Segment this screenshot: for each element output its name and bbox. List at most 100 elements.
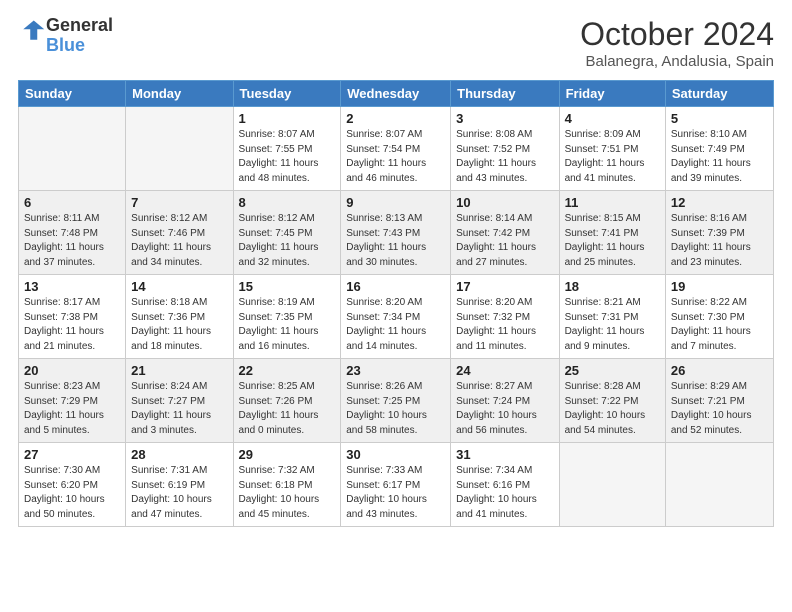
day-info: Sunrise: 8:14 AM Sunset: 7:42 PM Dayligh… bbox=[456, 212, 553, 270]
col-friday: Friday bbox=[559, 81, 665, 107]
header: General Blue October 2024 Balanegra, And… bbox=[18, 16, 774, 70]
day-info: Sunrise: 8:12 AM Sunset: 7:46 PM Dayligh… bbox=[131, 212, 227, 270]
logo-blue: Blue bbox=[46, 36, 113, 56]
col-tuesday: Tuesday bbox=[233, 81, 341, 107]
month-title: October 2024 bbox=[580, 16, 774, 53]
day-info: Sunrise: 8:28 AM Sunset: 7:22 PM Dayligh… bbox=[565, 380, 660, 438]
day-number: 14 bbox=[131, 279, 227, 294]
table-row: 30 Sunrise: 7:33 AM Sunset: 6:17 PM Dayli… bbox=[341, 443, 451, 527]
day-number: 12 bbox=[671, 195, 768, 210]
day-number: 20 bbox=[24, 363, 120, 378]
day-number: 24 bbox=[456, 363, 553, 378]
table-row: 28Sunrise: 7:31 AM Sunset: 6:19 PM Dayli… bbox=[126, 443, 233, 527]
title-block: October 2024 Balanegra, Andalusia, Spain bbox=[580, 16, 774, 70]
day-number: 13 bbox=[24, 279, 120, 294]
day-info: Sunrise: 7:34 AM Sunset: 6:16 PM Dayligh… bbox=[456, 464, 553, 522]
day-number: 5 bbox=[671, 111, 768, 126]
col-saturday: Saturday bbox=[665, 81, 773, 107]
table-row: 21 Sunrise: 8:24 AM Sunset: 7:27 PM Dayli… bbox=[126, 359, 233, 443]
day-info: Sunrise: 8:13 AM Sunset: 7:43 PM Dayligh… bbox=[346, 212, 445, 270]
table-row bbox=[126, 107, 233, 191]
table-row bbox=[559, 443, 665, 527]
day-number: 10 bbox=[456, 195, 553, 210]
table-row: 18 Sunrise: 8:21 AM Sunset: 7:31 PM Dayli… bbox=[559, 275, 665, 359]
table-row: 17 Sunrise: 8:20 AM Sunset: 7:32 PM Dayli… bbox=[451, 275, 559, 359]
table-row bbox=[665, 443, 773, 527]
calendar-week-row: 27Sunrise: 7:30 AM Sunset: 6:20 PM Dayli… bbox=[19, 443, 774, 527]
table-row: 20 Sunrise: 8:23 AM Sunset: 7:29 PM Dayli… bbox=[19, 359, 126, 443]
table-row: 8 Sunrise: 8:12 AM Sunset: 7:45 PM Daylig… bbox=[233, 191, 341, 275]
day-info: Sunrise: 8:29 AM Sunset: 7:21 PM Dayligh… bbox=[671, 380, 768, 438]
day-number: 26 bbox=[671, 363, 768, 378]
day-info: Sunrise: 8:09 AM Sunset: 7:51 PM Dayligh… bbox=[565, 128, 660, 186]
col-thursday: Thursday bbox=[451, 81, 559, 107]
day-number: 16 bbox=[346, 279, 445, 294]
day-number: 1 bbox=[239, 111, 336, 126]
location-subtitle: Balanegra, Andalusia, Spain bbox=[580, 53, 774, 70]
day-info: Sunrise: 8:23 AM Sunset: 7:29 PM Dayligh… bbox=[24, 380, 120, 438]
day-number: 11 bbox=[565, 195, 660, 210]
day-number: 18 bbox=[565, 279, 660, 294]
day-number: 27 bbox=[24, 447, 120, 462]
calendar-header-row: Sunday Monday Tuesday Wednesday Thursday… bbox=[19, 81, 774, 107]
table-row: 22Sunrise: 8:25 AM Sunset: 7:26 PM Dayli… bbox=[233, 359, 341, 443]
logo-general: General bbox=[46, 16, 113, 36]
day-info: Sunrise: 8:27 AM Sunset: 7:24 PM Dayligh… bbox=[456, 380, 553, 438]
day-number: 31 bbox=[456, 447, 553, 462]
page: General Blue October 2024 Balanegra, And… bbox=[0, 0, 792, 612]
table-row: 24 Sunrise: 8:27 AM Sunset: 7:24 PM Dayli… bbox=[451, 359, 559, 443]
day-number: 3 bbox=[456, 111, 553, 126]
table-row: 11 Sunrise: 8:15 AM Sunset: 7:41 PM Dayli… bbox=[559, 191, 665, 275]
day-info: Sunrise: 8:20 AM Sunset: 7:34 PM Dayligh… bbox=[346, 296, 445, 354]
table-row bbox=[19, 107, 126, 191]
day-number: 28 bbox=[131, 447, 227, 462]
table-row: 2Sunrise: 8:07 AM Sunset: 7:54 PM Daylig… bbox=[341, 107, 451, 191]
day-number: 21 bbox=[131, 363, 227, 378]
table-row: 10 Sunrise: 8:14 AM Sunset: 7:42 PM Dayli… bbox=[451, 191, 559, 275]
logo-icon bbox=[18, 17, 46, 45]
day-number: 17 bbox=[456, 279, 553, 294]
calendar-week-row: 1 Sunrise: 8:07 AM Sunset: 7:55 PM Daylig… bbox=[19, 107, 774, 191]
calendar-table: Sunday Monday Tuesday Wednesday Thursday… bbox=[18, 80, 774, 527]
table-row: 12 Sunrise: 8:16 AM Sunset: 7:39 PM Dayli… bbox=[665, 191, 773, 275]
day-number: 9 bbox=[346, 195, 445, 210]
table-row: 9 Sunrise: 8:13 AM Sunset: 7:43 PM Daylig… bbox=[341, 191, 451, 275]
table-row: 31 Sunrise: 7:34 AM Sunset: 6:16 PM Dayli… bbox=[451, 443, 559, 527]
day-info: Sunrise: 8:26 AM Sunset: 7:25 PM Dayligh… bbox=[346, 380, 445, 438]
table-row: 4Sunrise: 8:09 AM Sunset: 7:51 PM Daylig… bbox=[559, 107, 665, 191]
day-info: Sunrise: 8:16 AM Sunset: 7:39 PM Dayligh… bbox=[671, 212, 768, 270]
day-number: 7 bbox=[131, 195, 227, 210]
table-row: 7 Sunrise: 8:12 AM Sunset: 7:46 PM Daylig… bbox=[126, 191, 233, 275]
day-info: Sunrise: 8:24 AM Sunset: 7:27 PM Dayligh… bbox=[131, 380, 227, 438]
day-info: Sunrise: 8:25 AM Sunset: 7:26 PM Dayligh… bbox=[239, 380, 336, 438]
day-info: Sunrise: 8:11 AM Sunset: 7:48 PM Dayligh… bbox=[24, 212, 120, 270]
col-wednesday: Wednesday bbox=[341, 81, 451, 107]
day-info: Sunrise: 8:10 AM Sunset: 7:49 PM Dayligh… bbox=[671, 128, 768, 186]
logo-text: General Blue bbox=[46, 16, 113, 56]
calendar-week-row: 20 Sunrise: 8:23 AM Sunset: 7:29 PM Dayli… bbox=[19, 359, 774, 443]
day-info: Sunrise: 8:15 AM Sunset: 7:41 PM Dayligh… bbox=[565, 212, 660, 270]
day-info: Sunrise: 8:22 AM Sunset: 7:30 PM Dayligh… bbox=[671, 296, 768, 354]
table-row: 29Sunrise: 7:32 AM Sunset: 6:18 PM Dayli… bbox=[233, 443, 341, 527]
day-info: Sunrise: 7:32 AM Sunset: 6:18 PM Dayligh… bbox=[239, 464, 336, 522]
table-row: 6Sunrise: 8:11 AM Sunset: 7:48 PM Daylig… bbox=[19, 191, 126, 275]
day-info: Sunrise: 8:07 AM Sunset: 7:54 PM Dayligh… bbox=[346, 128, 445, 186]
day-info: Sunrise: 8:07 AM Sunset: 7:55 PM Dayligh… bbox=[239, 128, 336, 186]
logo: General Blue bbox=[18, 16, 113, 56]
day-info: Sunrise: 7:33 AM Sunset: 6:17 PM Dayligh… bbox=[346, 464, 445, 522]
day-number: 8 bbox=[239, 195, 336, 210]
table-row: 5 Sunrise: 8:10 AM Sunset: 7:49 PM Daylig… bbox=[665, 107, 773, 191]
col-monday: Monday bbox=[126, 81, 233, 107]
table-row: 3Sunrise: 8:08 AM Sunset: 7:52 PM Daylig… bbox=[451, 107, 559, 191]
day-number: 15 bbox=[239, 279, 336, 294]
table-row: 26 Sunrise: 8:29 AM Sunset: 7:21 PM Dayli… bbox=[665, 359, 773, 443]
day-info: Sunrise: 8:12 AM Sunset: 7:45 PM Dayligh… bbox=[239, 212, 336, 270]
day-info: Sunrise: 8:21 AM Sunset: 7:31 PM Dayligh… bbox=[565, 296, 660, 354]
table-row: 25Sunrise: 8:28 AM Sunset: 7:22 PM Dayli… bbox=[559, 359, 665, 443]
table-row: 14Sunrise: 8:18 AM Sunset: 7:36 PM Dayli… bbox=[126, 275, 233, 359]
day-number: 30 bbox=[346, 447, 445, 462]
table-row: 1 Sunrise: 8:07 AM Sunset: 7:55 PM Daylig… bbox=[233, 107, 341, 191]
calendar-week-row: 13Sunrise: 8:17 AM Sunset: 7:38 PM Dayli… bbox=[19, 275, 774, 359]
day-info: Sunrise: 8:20 AM Sunset: 7:32 PM Dayligh… bbox=[456, 296, 553, 354]
table-row: 23Sunrise: 8:26 AM Sunset: 7:25 PM Dayli… bbox=[341, 359, 451, 443]
